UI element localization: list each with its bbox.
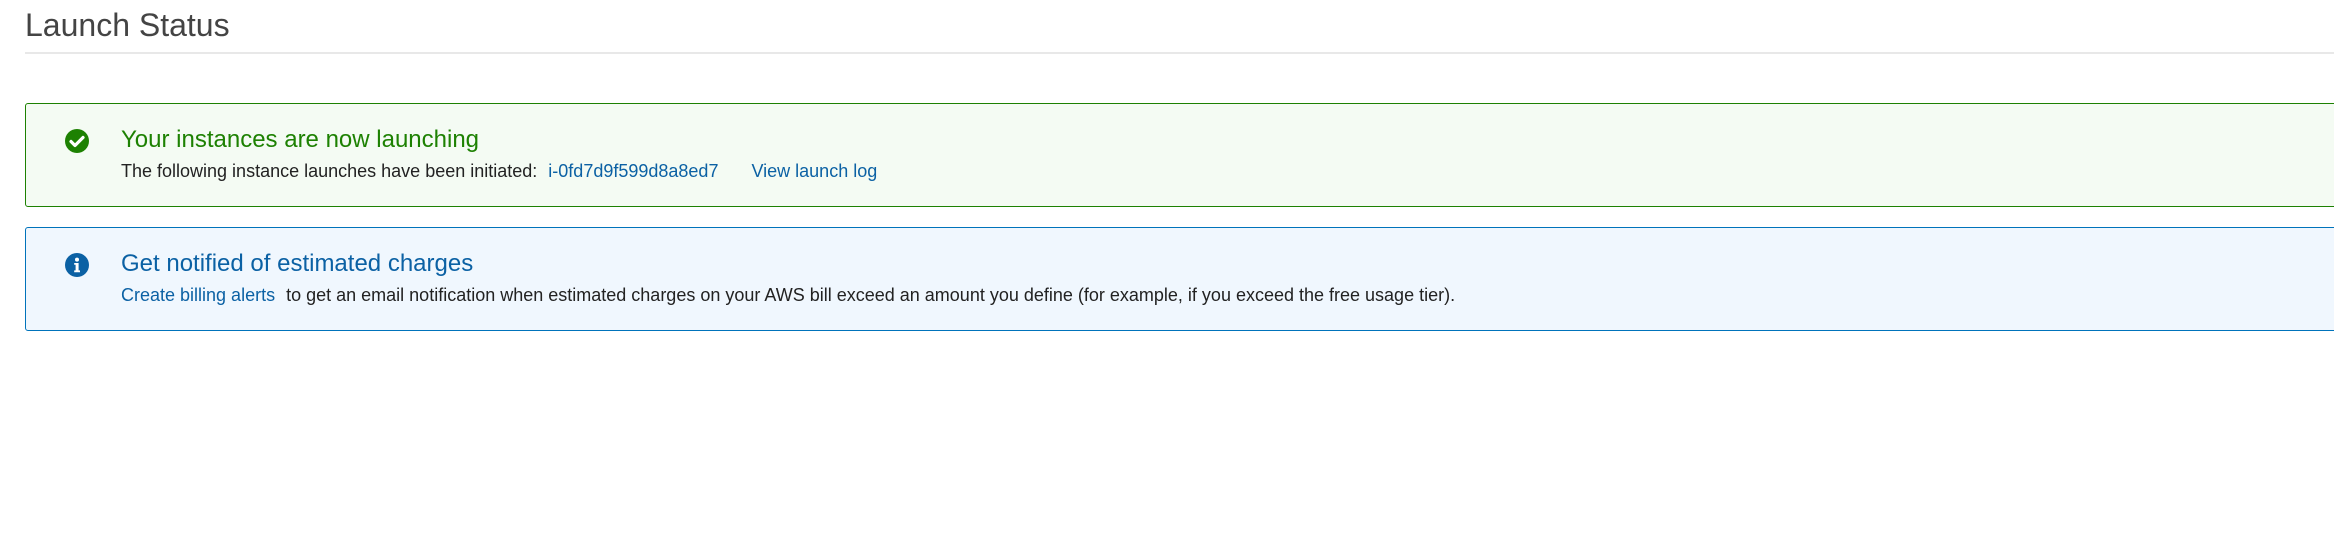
info-alert-text: to get an email notification when estima…	[286, 285, 1456, 305]
info-alert: Get notified of estimated charges Create…	[25, 227, 2334, 331]
info-alert-heading: Get notified of estimated charges	[121, 250, 474, 277]
check-circle-icon	[65, 129, 89, 153]
page-title: Launch Status	[25, 7, 230, 43]
title-divider	[25, 52, 2334, 54]
success-alert-body: The following instance launches have bee…	[121, 158, 877, 184]
info-alert-body: Create billing alerts to get an email no…	[121, 282, 1455, 308]
success-alert-heading: Your instances are now launching	[121, 126, 480, 153]
instance-id-link[interactable]: i-0fd7d9f599d8a8ed7	[548, 161, 718, 181]
info-circle-icon	[65, 253, 89, 277]
success-alert: Your instances are now launching The fol…	[25, 103, 2334, 207]
view-launch-log-link[interactable]: View launch log	[751, 161, 877, 181]
create-billing-alerts-link[interactable]: Create billing alerts	[121, 285, 275, 305]
success-alert-text: The following instance launches have bee…	[121, 161, 538, 181]
